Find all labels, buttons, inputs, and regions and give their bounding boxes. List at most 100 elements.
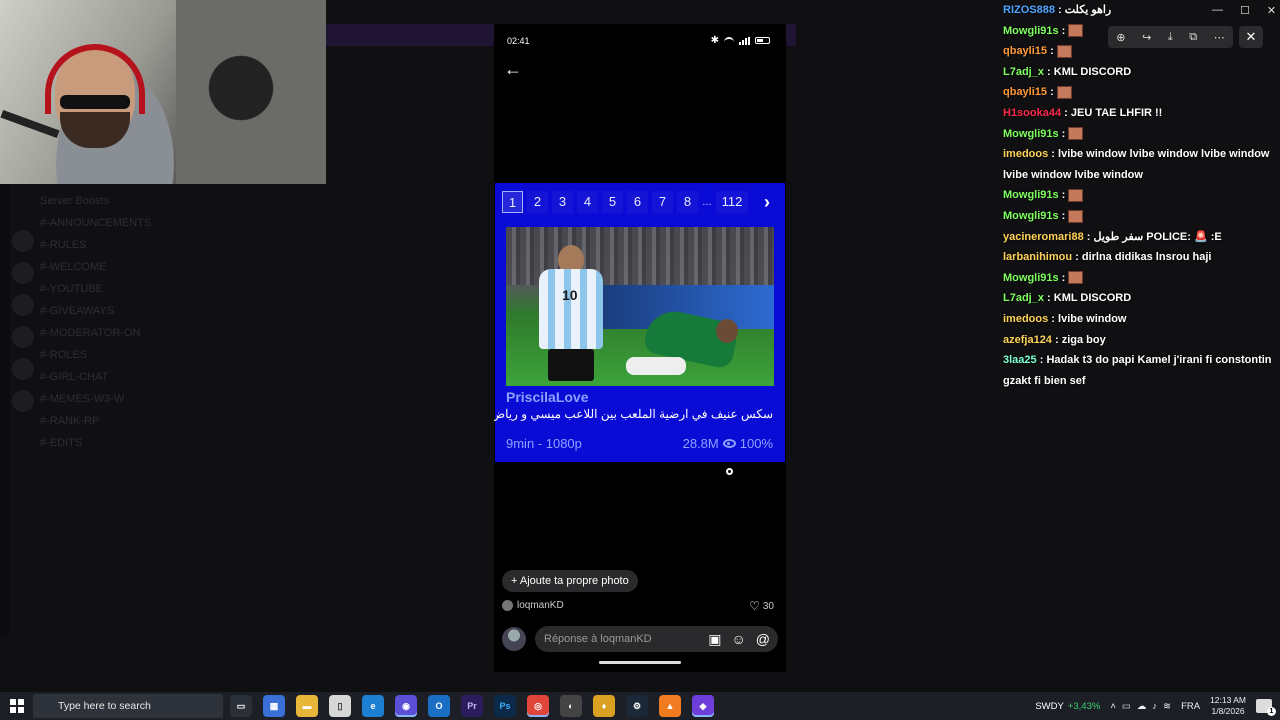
- chat-text: KML DISCORD: [1053, 65, 1132, 78]
- page-button-3[interactable]: 3: [552, 191, 573, 213]
- arrow-left-icon[interactable]: ←: [502, 58, 524, 80]
- edge-icon[interactable]: e: [362, 695, 384, 717]
- ad-video-title[interactable]: سكس عنيف في ارضية الملعب بين اللاعب ميسي…: [494, 407, 773, 421]
- vlc-icon[interactable]: ▲: [659, 695, 681, 717]
- chat-separator: :: [1072, 251, 1082, 264]
- download-icon[interactable]: ⤓: [1168, 31, 1173, 44]
- chat-username[interactable]: azefja124: [1003, 334, 1052, 346]
- twitch-icon[interactable]: ◆: [692, 695, 714, 717]
- chat-separator: :: [1058, 271, 1069, 284]
- chat-message: azefja124 : ziga boy: [1003, 330, 1280, 351]
- video-thumbnail[interactable]: 10: [506, 227, 774, 386]
- page-button-last[interactable]: 112: [716, 191, 748, 213]
- close-window-icon[interactable]: ✕: [1267, 4, 1276, 17]
- chat-username[interactable]: Mowgli91s: [1003, 128, 1059, 140]
- like-button[interactable]: ♡ 30: [749, 599, 774, 613]
- chat-username[interactable]: imedoos: [1003, 313, 1048, 325]
- maximize-icon[interactable]: ☐: [1240, 4, 1250, 17]
- wifi-tray-icon[interactable]: ≋: [1163, 701, 1171, 712]
- page-button-5[interactable]: 5: [602, 191, 623, 213]
- notification-icon[interactable]: 1: [1256, 699, 1276, 716]
- more-options-icon[interactable]: ⋯: [1214, 31, 1225, 44]
- share-icon[interactable]: ↪: [1142, 31, 1151, 44]
- photoshop-icon[interactable]: Ps: [494, 695, 516, 717]
- chat-message: Mowgli91s :: [1003, 268, 1280, 289]
- ad-card[interactable]: 1 2 3 4 5 6 7 8 ... 112 › 10 PriscilaLov…: [494, 183, 785, 462]
- notepad-icon[interactable]: ▯: [329, 695, 351, 717]
- chat-message: Mowgli91s :: [1003, 206, 1280, 227]
- chat-username[interactable]: RIZOS888: [1003, 4, 1055, 16]
- taskbar-search-input[interactable]: [33, 694, 223, 718]
- sticker-icon[interactable]: ☺: [731, 631, 745, 648]
- heart-icon: ♡: [749, 599, 760, 613]
- chat-separator: :: [1083, 230, 1094, 243]
- viewer-toolbar: ⊕ ↪ ⤓ ⧉ ⋯: [1108, 26, 1233, 48]
- avatar: [502, 627, 526, 651]
- signal-icon: [739, 36, 750, 45]
- network-icon[interactable]: ▭: [1122, 701, 1131, 712]
- volume-icon[interactable]: ♪: [1152, 701, 1157, 712]
- obs-icon[interactable]: ◐: [560, 695, 582, 717]
- chat-username[interactable]: H1sooka44: [1003, 107, 1061, 119]
- chat-separator: :: [1047, 45, 1057, 58]
- chat-username[interactable]: Mowgli91s: [1003, 272, 1059, 284]
- page-button-1[interactable]: 1: [502, 191, 523, 213]
- chat-emote-icon: [1056, 44, 1072, 58]
- chat-username[interactable]: 3laa25: [1003, 354, 1037, 366]
- chat-username[interactable]: imedoos: [1003, 148, 1048, 160]
- outlook-icon[interactable]: O: [428, 695, 450, 717]
- open-external-icon[interactable]: ⧉: [1189, 31, 1197, 44]
- page-button-8[interactable]: 8: [677, 191, 698, 213]
- image-icon[interactable]: ▣: [708, 631, 721, 648]
- language-indicator[interactable]: FRA: [1181, 701, 1200, 712]
- page-button-7[interactable]: 7: [652, 191, 673, 213]
- store-icon[interactable]: ▦: [263, 695, 285, 717]
- chat-separator: :: [1051, 333, 1062, 346]
- webcam-overlay: [0, 0, 326, 184]
- wifi-icon: [724, 37, 734, 44]
- minimize-icon[interactable]: —: [1212, 4, 1223, 17]
- file-explorer-icon[interactable]: ▬: [296, 695, 318, 717]
- thumbnail-player-shirt: [539, 269, 603, 349]
- chevron-right-icon[interactable]: ›: [756, 191, 778, 213]
- page-button-6[interactable]: 6: [627, 191, 648, 213]
- chat-username[interactable]: L7adj_x: [1003, 66, 1044, 78]
- eye-icon: [722, 439, 736, 448]
- status-time: 02:41: [507, 36, 530, 46]
- chat-username[interactable]: yacineromari88: [1003, 231, 1084, 243]
- chat-username[interactable]: L7adj_x: [1003, 292, 1044, 304]
- cloud-icon[interactable]: ☁: [1137, 701, 1147, 712]
- chevron-up-icon[interactable]: ˄: [1110, 701, 1116, 712]
- app-shield-icon[interactable]: ♦: [593, 695, 615, 717]
- channel-item: #-ROLES: [40, 349, 88, 361]
- chat-message: Mowgli91s :: [1003, 185, 1280, 206]
- chat-username[interactable]: larbanihimou: [1003, 251, 1072, 263]
- page-button-2[interactable]: 2: [527, 191, 548, 213]
- close-icon[interactable]: ✕: [1239, 26, 1263, 48]
- channel-item: #-YOUTUBE: [40, 283, 103, 295]
- steam-icon[interactable]: ⚙: [626, 695, 648, 717]
- chat-separator: :: [1036, 354, 1047, 367]
- chat-username[interactable]: Mowgli91s: [1003, 210, 1059, 222]
- ad-channel-name[interactable]: PriscilaLove: [506, 389, 589, 405]
- channel-item: #-WELCOME: [40, 261, 107, 273]
- chat-username[interactable]: Mowgli91s: [1003, 25, 1059, 37]
- task-view-icon[interactable]: ▭: [230, 695, 252, 717]
- mention-icon[interactable]: @: [756, 631, 770, 648]
- discord-icon[interactable]: ◉: [395, 695, 417, 717]
- author-avatar[interactable]: [502, 600, 513, 611]
- stock-ticker[interactable]: SWDY: [1035, 701, 1064, 712]
- chat-username[interactable]: qbayli15: [1003, 45, 1047, 57]
- chrome-icon[interactable]: ◎: [527, 695, 549, 717]
- premiere-icon[interactable]: Pr: [461, 695, 483, 717]
- chat-separator: :: [1058, 127, 1069, 140]
- windows-start-icon[interactable]: [10, 699, 24, 713]
- chat-username[interactable]: Mowgli91s: [1003, 189, 1059, 201]
- server-icon: [12, 358, 34, 380]
- chat-username[interactable]: qbayli15: [1003, 86, 1047, 98]
- clock[interactable]: 12:13 AM 1/8/2026: [1210, 695, 1246, 717]
- add-photo-button[interactable]: + Ajoute ta propre photo: [502, 570, 638, 592]
- page-button-4[interactable]: 4: [577, 191, 598, 213]
- author-name[interactable]: loqmanKD: [517, 600, 564, 611]
- zoom-icon[interactable]: ⊕: [1116, 31, 1125, 44]
